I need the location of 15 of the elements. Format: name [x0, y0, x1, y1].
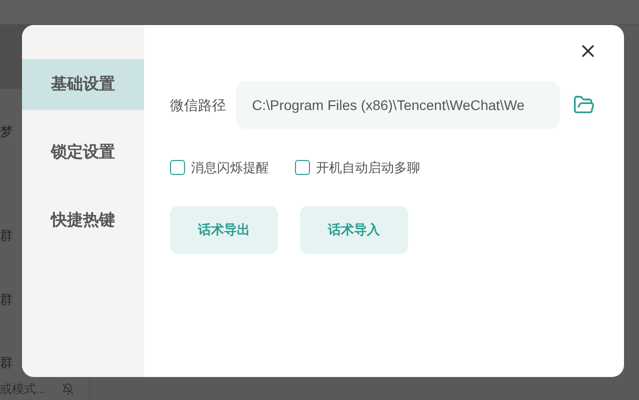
- checkbox[interactable]: [295, 160, 310, 176]
- background-text: 群: [0, 291, 13, 309]
- checkbox[interactable]: [170, 160, 185, 176]
- background-text: 梦: [0, 123, 13, 141]
- background-text: 群: [0, 354, 13, 372]
- folder-icon[interactable]: [573, 94, 595, 116]
- sidebar-tab[interactable]: 锁定设置: [22, 127, 144, 178]
- path-field[interactable]: C:\Program Files (x86)\Tencent\WeChat\We: [236, 81, 560, 129]
- sidebar-tab[interactable]: 快捷热键: [22, 195, 144, 246]
- muted-bell-icon: [62, 383, 74, 395]
- checkbox-label: 开机自动启动多聊: [316, 159, 420, 177]
- checkbox-label: 消息闪烁提醒: [191, 159, 269, 177]
- field-label: 微信路径: [170, 96, 226, 114]
- background-text: 群: [0, 227, 13, 245]
- sidebar-tab[interactable]: 基础设置: [22, 59, 144, 110]
